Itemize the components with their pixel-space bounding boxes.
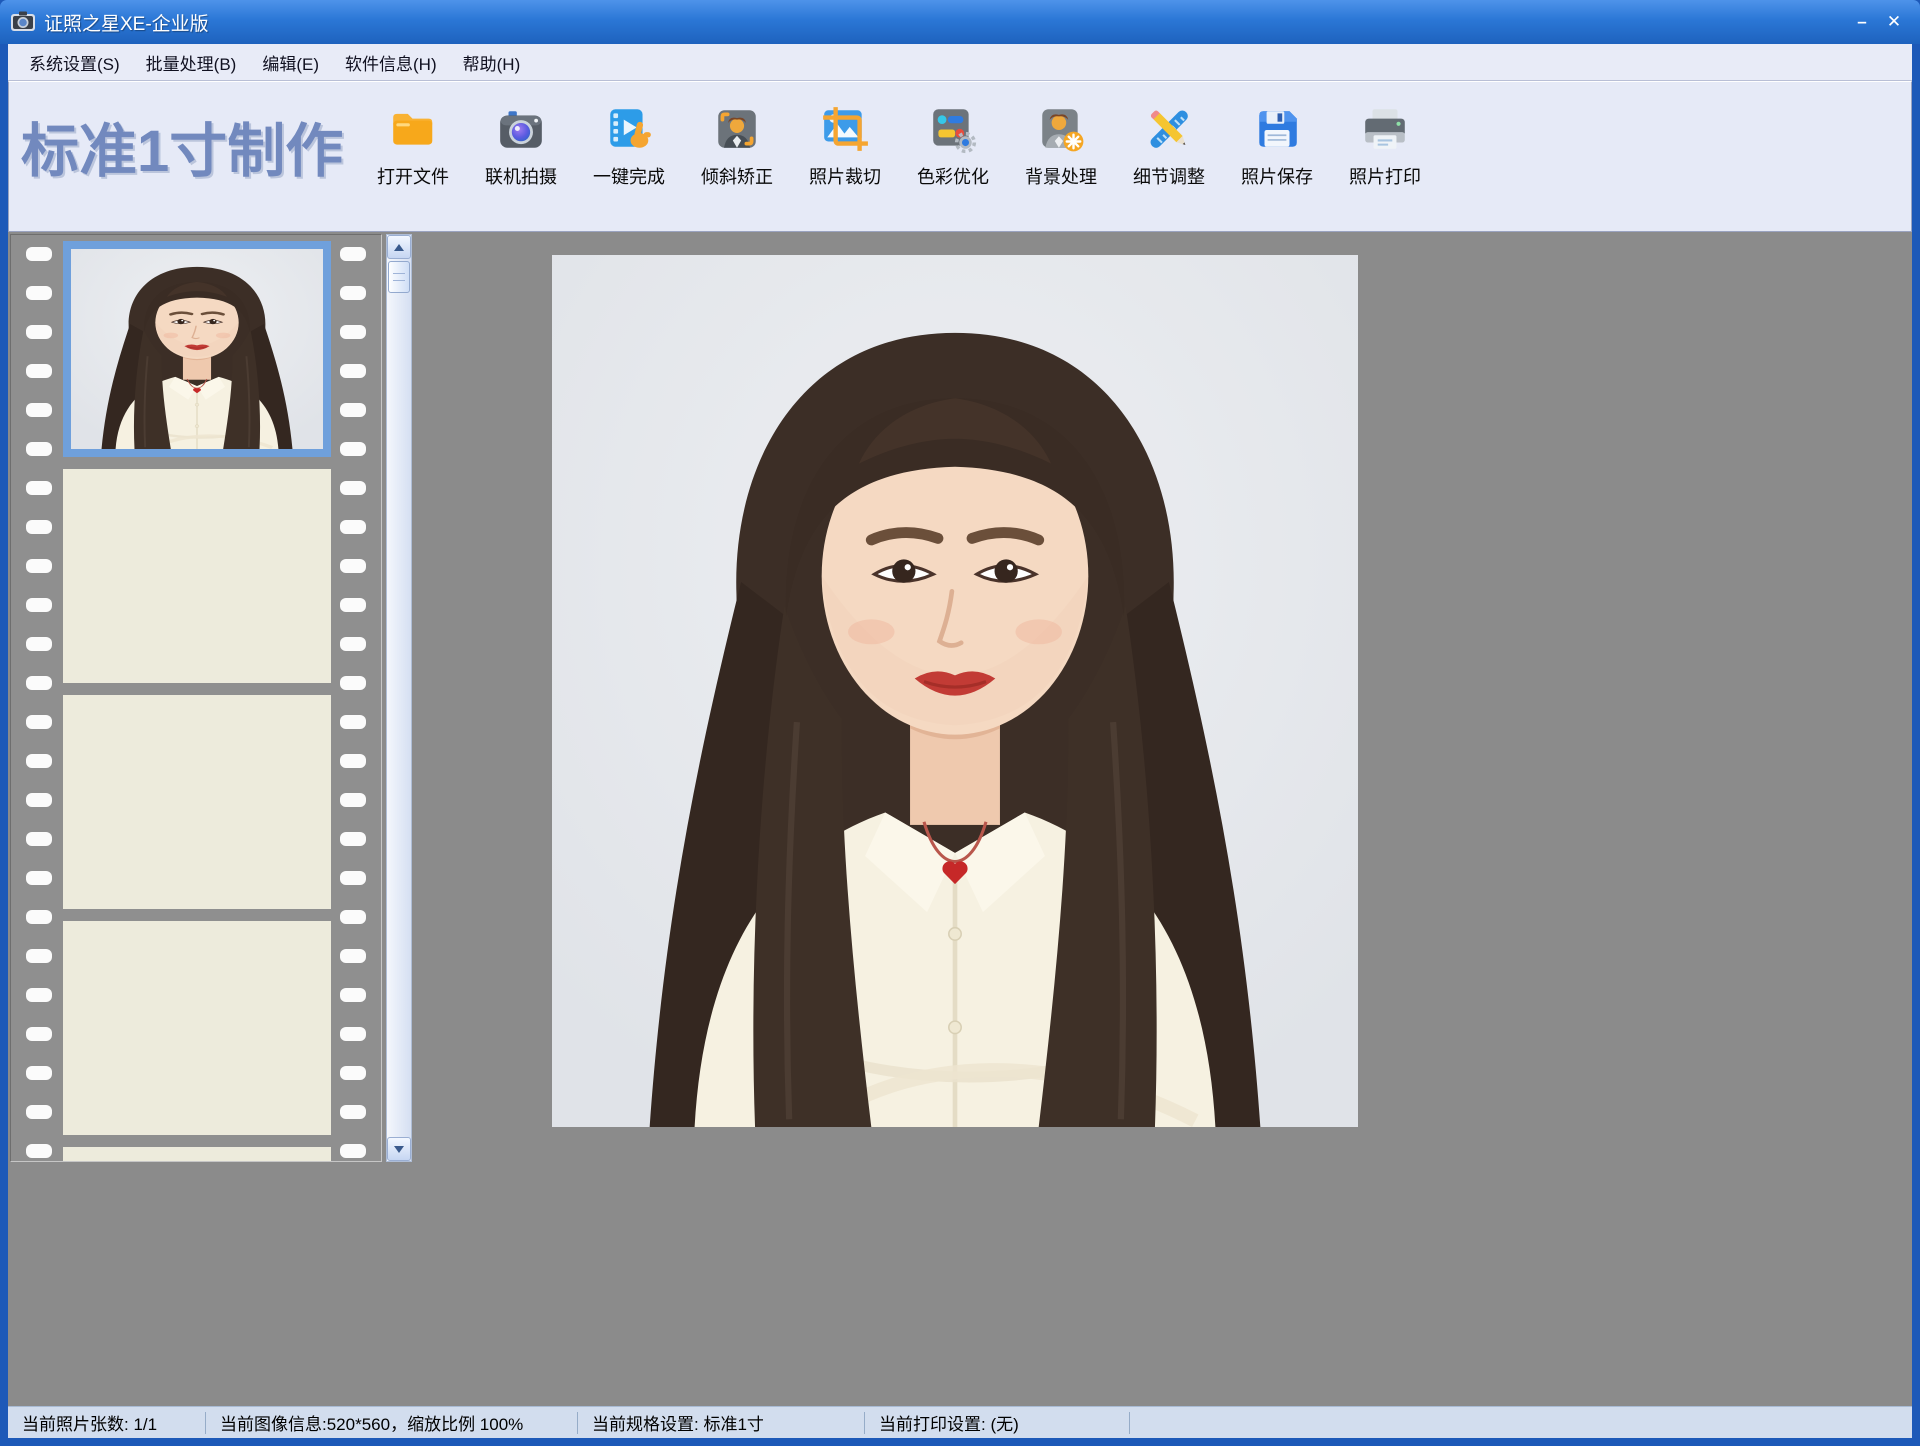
toolbar-button-label: 背景处理 xyxy=(1025,163,1097,189)
toolbar-button-label: 细节调整 xyxy=(1133,163,1205,189)
toolbar-buttons: 打开文件 联机拍摄 一键完成 倾斜矫正 照片裁切 xyxy=(359,90,1439,224)
minimize-button[interactable]: – xyxy=(1846,9,1878,35)
spec-headline: 标准1寸制作 xyxy=(21,104,343,188)
statusbar: 当前照片张数: 1/1 当前图像信息:520*560，缩放比例 100% 当前规… xyxy=(8,1406,1912,1438)
one-click-finish-icon xyxy=(604,104,654,154)
background-process-icon xyxy=(1036,104,1086,154)
camera-capture-icon xyxy=(496,104,546,154)
window-title: 证照之星XE-企业版 xyxy=(44,9,209,36)
status-spec-setting: 当前规格设置: 标准1寸 xyxy=(578,1412,865,1434)
tilt-correction-icon xyxy=(712,104,762,154)
menu-item-batch-process[interactable]: 批量处理(B) xyxy=(133,45,250,80)
thumbnail-slot-selected[interactable] xyxy=(63,241,331,457)
film-sprockets-left xyxy=(19,235,59,1162)
film-sprockets-right xyxy=(333,235,373,1162)
menubar: 系统设置(S) 批量处理(B) 编辑(E) 软件信息(H) 帮助(H) xyxy=(8,44,1912,81)
thumbnail-slot-empty[interactable] xyxy=(63,921,331,1135)
toolbar-button-photo-save[interactable]: 照片保存 xyxy=(1223,90,1331,224)
toolbar-button-label: 联机拍摄 xyxy=(485,163,557,189)
menu-item-software-info[interactable]: 软件信息(H) xyxy=(332,45,450,80)
thumbnail-slot-empty[interactable] xyxy=(63,469,331,683)
scroll-up-button[interactable] xyxy=(387,235,411,259)
menu-item-help[interactable]: 帮助(H) xyxy=(450,45,534,80)
menu-item-edit[interactable]: 编辑(E) xyxy=(249,45,332,80)
thumbnail-slot-empty[interactable] xyxy=(63,1147,331,1162)
toolbar-button-label: 色彩优化 xyxy=(917,163,989,189)
toolbar-button-label: 照片保存 xyxy=(1241,163,1313,189)
app-camera-icon xyxy=(10,9,36,35)
main-canvas xyxy=(8,232,1912,1406)
status-photo-count: 当前照片张数: 1/1 xyxy=(8,1412,206,1434)
status-image-info: 当前图像信息:520*560，缩放比例 100% xyxy=(206,1412,578,1434)
toolbar-button-photo-crop[interactable]: 照片裁切 xyxy=(791,90,899,224)
toolbar-button-color-optimize[interactable]: 色彩优化 xyxy=(899,90,1007,224)
toolbar: 标准1寸制作 打开文件 联机拍摄 一键完成 倾斜矫正 xyxy=(8,81,1912,232)
color-optimize-icon xyxy=(928,104,978,154)
toolbar-button-label: 照片打印 xyxy=(1349,163,1421,189)
toolbar-button-background-process[interactable]: 背景处理 xyxy=(1007,90,1115,224)
scroll-up-arrow-icon xyxy=(394,244,404,251)
photo-print-icon xyxy=(1360,104,1410,154)
app-window: { "window": { "title": "证照之星XE-企业版", "mi… xyxy=(0,0,1920,1446)
thumbnail-portrait-photo xyxy=(71,249,323,449)
folder-open-icon xyxy=(388,104,438,154)
photo-save-icon xyxy=(1252,104,1302,154)
filmstrip-scrollbar[interactable] xyxy=(386,234,412,1162)
scroll-down-arrow-icon xyxy=(394,1146,404,1153)
photo-preview[interactable] xyxy=(552,255,1358,1127)
filmstrip-slots xyxy=(63,235,331,1162)
close-button[interactable]: ✕ xyxy=(1878,9,1910,35)
toolbar-button-tilt-correction[interactable]: 倾斜矫正 xyxy=(683,90,791,224)
menu-item-system-settings[interactable]: 系统设置(S) xyxy=(16,45,133,80)
toolbar-button-open-file[interactable]: 打开文件 xyxy=(359,90,467,224)
scroll-thumb[interactable] xyxy=(388,261,410,293)
filmstrip-panel xyxy=(10,234,382,1162)
toolbar-button-detail-adjust[interactable]: 细节调整 xyxy=(1115,90,1223,224)
status-print-setting: 当前打印设置: (无) xyxy=(865,1412,1130,1434)
toolbar-button-label: 一键完成 xyxy=(593,163,665,189)
toolbar-button-label: 打开文件 xyxy=(377,163,449,189)
portrait-photo xyxy=(552,255,1358,1127)
toolbar-button-one-click-finish[interactable]: 一键完成 xyxy=(575,90,683,224)
toolbar-button-label: 照片裁切 xyxy=(809,163,881,189)
thumbnail-slot-empty[interactable] xyxy=(63,695,331,909)
toolbar-button-camera-capture[interactable]: 联机拍摄 xyxy=(467,90,575,224)
titlebar: 证照之星XE-企业版 – ✕ xyxy=(0,0,1920,44)
detail-adjust-icon xyxy=(1144,104,1194,154)
toolbar-button-label: 倾斜矫正 xyxy=(701,163,773,189)
toolbar-button-photo-print[interactable]: 照片打印 xyxy=(1331,90,1439,224)
scroll-thumb-grip-icon xyxy=(393,273,405,281)
scroll-down-button[interactable] xyxy=(387,1137,411,1161)
photo-crop-icon xyxy=(820,104,870,154)
